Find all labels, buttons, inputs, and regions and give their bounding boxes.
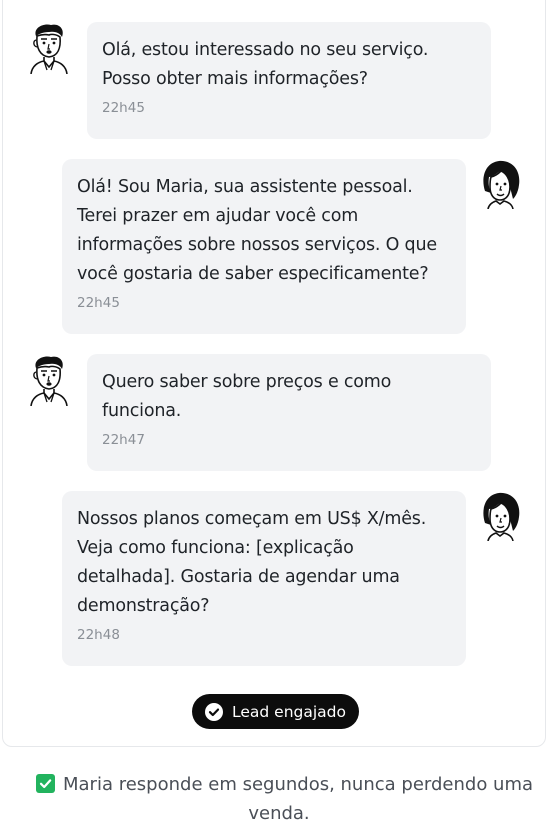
lead-avatar-icon [27,354,71,406]
lead-avatar-icon [27,22,71,74]
assistant-avatar-icon [479,157,523,209]
message-time: 22h45 [102,100,145,116]
footer-text-line2: venda. [248,803,310,824]
footer-note: Maria responde em segundos, nunca perden… [36,770,536,828]
chat-card: Olá, estou interessado no seu serviço. P… [2,0,546,747]
message-bubble-assistant: Nossos planos começam em US$ X/mês. Veja… [62,491,466,666]
status-badge-label: Lead engajado [232,702,346,721]
message-time: 22h45 [77,295,120,311]
message-text: Olá! Sou Maria, sua assistente pessoal. … [77,177,437,284]
message-time: 22h48 [77,627,120,643]
message-bubble-assistant: Olá! Sou Maria, sua assistente pessoal. … [62,159,466,334]
message-bubble-lead: Olá, estou interessado no seu serviço. P… [87,22,491,139]
footer-text-line1: Maria responde em segundos, nunca perden… [63,774,534,795]
message-text: Quero saber sobre preços e como funciona… [102,372,392,421]
message-text: Nossos planos começam em US$ X/mês. Veja… [77,509,427,616]
lead-status-badge: Lead engajado [192,694,359,729]
message-bubble-lead: Quero saber sobre preços e como funciona… [87,354,491,471]
check-circle-icon [205,702,223,721]
checkbox-checked-icon [36,774,55,793]
assistant-avatar-icon [479,489,523,541]
message-time: 22h47 [102,432,145,448]
message-text: Olá, estou interessado no seu serviço. P… [102,40,429,89]
